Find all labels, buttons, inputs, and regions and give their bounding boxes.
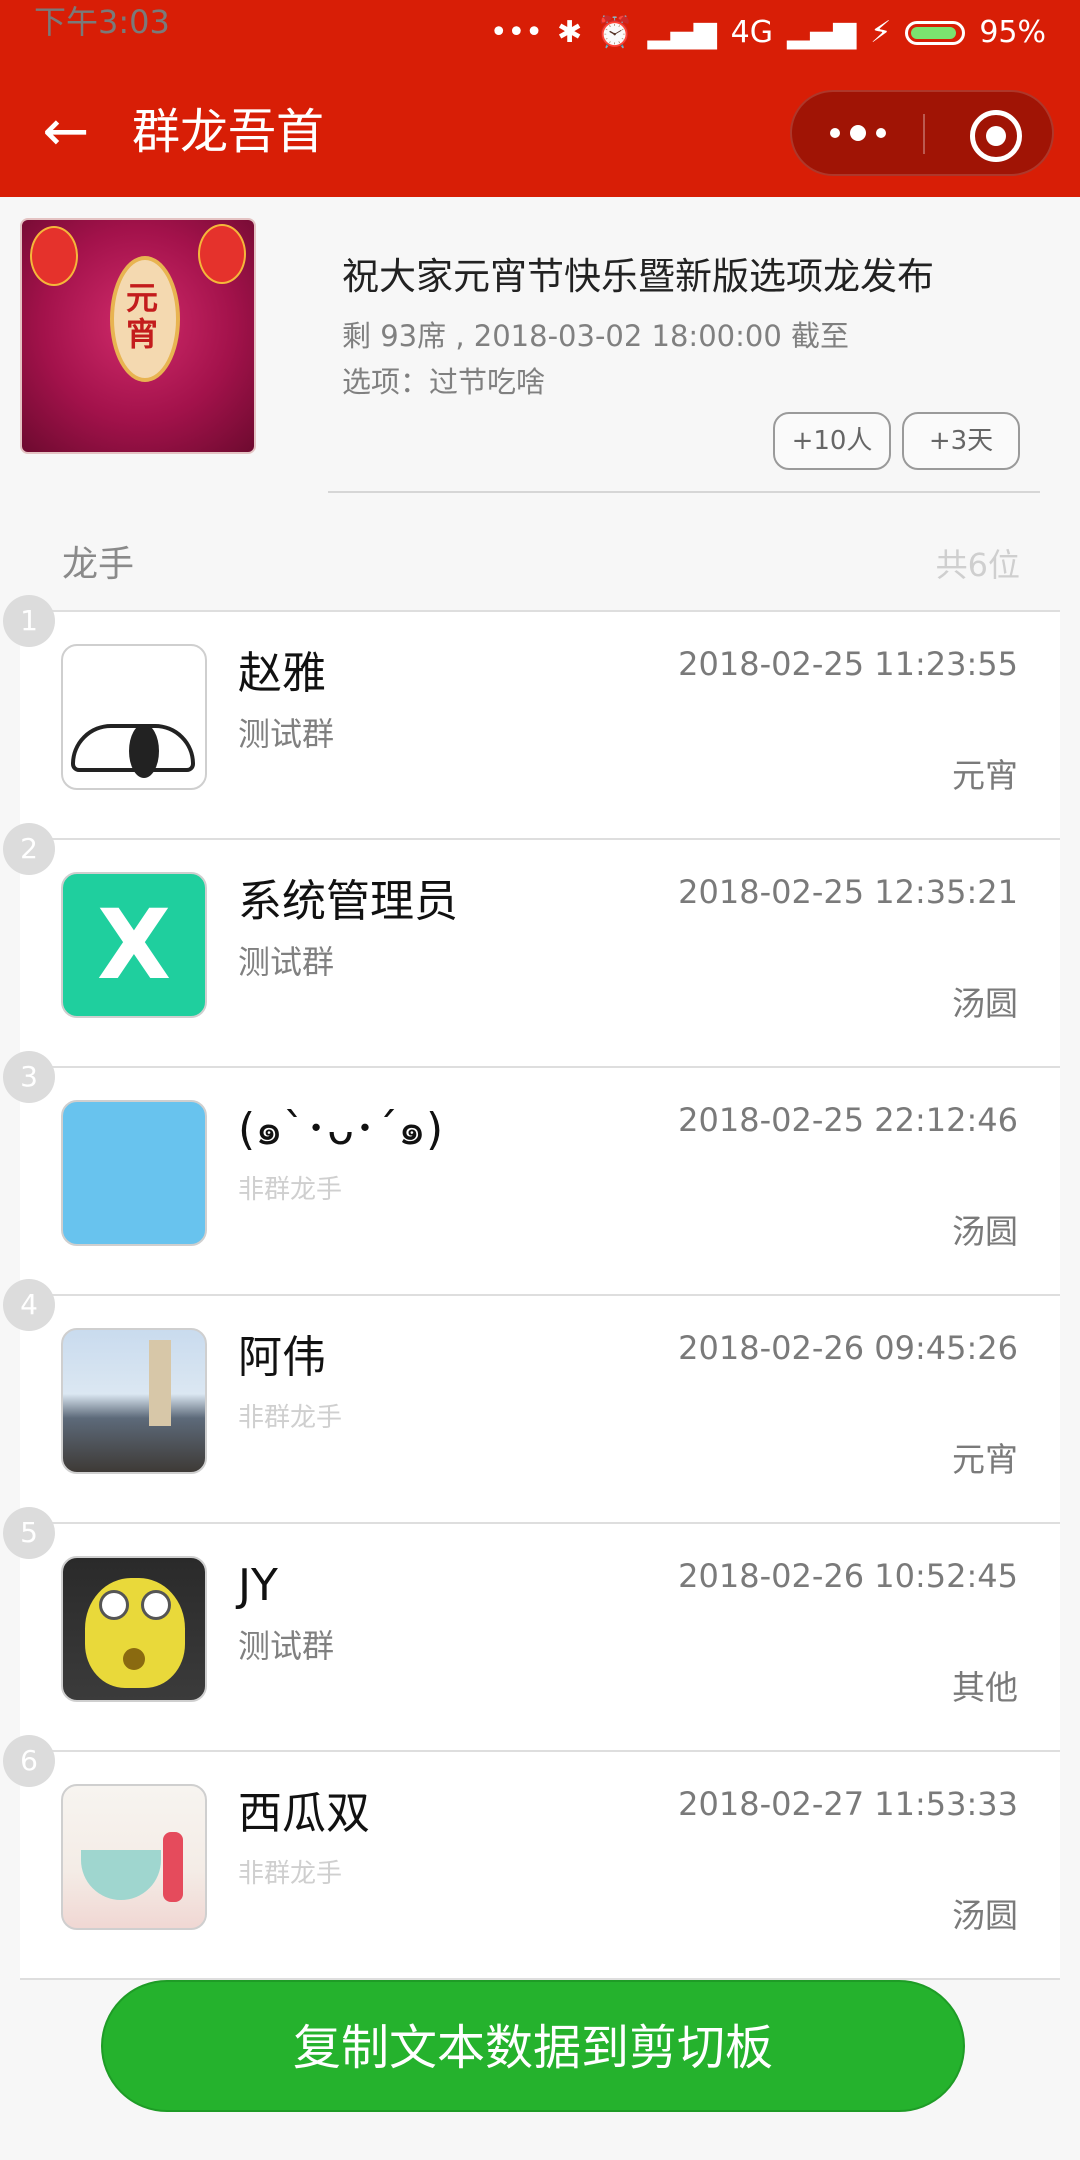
avatar: X — [61, 872, 207, 1018]
event-option: 选项：过节吃啥 — [342, 365, 546, 399]
header-bar: 下午3:03 ••• ✱ ⏰ ▂▄▆ 4G ▂▄▆ ⚡ 95% ← 群龙吾首 — [0, 0, 1080, 197]
add-people-button[interactable]: +10人 — [773, 412, 891, 470]
list-item[interactable]: 6 西瓜双 非群龙手 2018-02-27 11:53:33 汤圆 — [3, 1735, 1060, 1978]
rank-badge: 6 — [3, 1735, 55, 1787]
entry-choice: 汤圆 — [952, 1212, 1018, 1251]
participant-list: 1 赵雅 测试群 2018-02-25 11:23:55 元宵 2 X 系统管理… — [3, 595, 1060, 1980]
list-item[interactable]: 1 赵雅 测试群 2018-02-25 11:23:55 元宵 — [3, 595, 1060, 838]
entry-time: 2018-02-26 10:52:45 — [678, 1557, 1018, 1595]
entry-choice: 汤圆 — [952, 984, 1018, 1023]
section-count: 共6位 — [935, 546, 1020, 584]
entry-name: JY — [238, 1560, 278, 1611]
capsule-divider — [923, 114, 925, 154]
alarm-icon: ⏰ — [596, 15, 634, 50]
entry-time: 2018-02-25 11:23:55 — [678, 645, 1018, 683]
more-dots-icon[interactable] — [792, 92, 924, 174]
network-type: 4G — [730, 15, 774, 50]
entry-time: 2018-02-25 12:35:21 — [678, 873, 1018, 911]
event-image-glyph: 元宵 — [125, 279, 158, 353]
entry-group: 非群龙手 — [238, 1175, 343, 1205]
status-icons: ••• ✱ ⏰ ▂▄▆ 4G ▂▄▆ ⚡ 95% — [490, 0, 1046, 66]
avatar — [61, 1556, 207, 1702]
battery-percent: 95% — [979, 15, 1046, 50]
list-item[interactable]: 4 阿伟 非群龙手 2018-02-26 09:45:26 元宵 — [3, 1279, 1060, 1522]
event-image: 元宵 — [20, 218, 256, 454]
entry-group: 测试群 — [238, 943, 335, 981]
rank-badge: 2 — [3, 823, 55, 875]
target-circle-icon[interactable] — [970, 110, 1022, 162]
signal-icon: ▂▄▆ — [647, 15, 717, 50]
page-title: 群龙吾首 — [132, 104, 325, 160]
avatar — [61, 1100, 207, 1246]
entry-name: 系统管理员 — [238, 876, 458, 927]
rank-badge: 3 — [3, 1051, 55, 1103]
more-notifications-icon: ••• — [489, 15, 543, 50]
avatar — [61, 1328, 207, 1474]
entry-choice: 其他 — [952, 1668, 1018, 1707]
avatar — [61, 1784, 207, 1930]
entry-time: 2018-02-25 22:12:46 — [678, 1101, 1018, 1139]
rank-badge: 4 — [3, 1279, 55, 1331]
entry-time: 2018-02-27 11:53:33 — [678, 1785, 1018, 1823]
entry-group: 非群龙手 — [238, 1403, 343, 1433]
signal-icon-2: ▂▄▆ — [787, 15, 857, 50]
battery-icon — [905, 21, 966, 45]
add-days-button[interactable]: +3天 — [902, 412, 1020, 470]
rank-badge: 1 — [3, 595, 55, 647]
entry-group: 测试群 — [238, 1627, 335, 1665]
status-bar: 下午3:03 ••• ✱ ⏰ ▂▄▆ 4G ▂▄▆ ⚡ 95% — [0, 0, 1080, 66]
bluetooth-icon: ✱ — [556, 15, 583, 50]
avatar — [61, 644, 207, 790]
entry-name: (๑`･ᴗ･´๑) — [238, 1104, 444, 1155]
arrow-left-icon[interactable]: ← — [36, 102, 96, 162]
list-item[interactable]: 5 JY 测试群 2018-02-26 10:52:45 其他 — [3, 1507, 1060, 1750]
copy-to-clipboard-button[interactable]: 复制文本数据到剪切板 — [101, 1980, 965, 2112]
rank-badge: 5 — [3, 1507, 55, 1559]
entry-choice: 汤圆 — [952, 1896, 1018, 1935]
entry-name: 阿伟 — [238, 1332, 326, 1383]
list-item[interactable]: 3 (๑`･ᴗ･´๑) 非群龙手 2018-02-25 22:12:46 汤圆 — [3, 1051, 1060, 1294]
entry-choice: 元宵 — [952, 756, 1018, 795]
section-label: 龙手 — [62, 544, 135, 585]
entry-name: 赵雅 — [238, 648, 326, 699]
list-item[interactable]: 2 X 系统管理员 测试群 2018-02-25 12:35:21 汤圆 — [3, 823, 1060, 1066]
event-title: 祝大家元宵节快乐暨新版选项龙发布 — [342, 255, 934, 298]
entry-group: 测试群 — [238, 715, 335, 753]
divider — [328, 491, 1040, 493]
miniprogram-capsule — [790, 90, 1054, 176]
event-meta: 剩 93席 , 2018-03-02 18:00:00 截至 — [342, 319, 849, 353]
title-bar: ← 群龙吾首 — [0, 66, 1080, 197]
entry-time: 2018-02-26 09:45:26 — [678, 1329, 1018, 1367]
entry-choice: 元宵 — [952, 1440, 1018, 1479]
entry-group: 非群龙手 — [238, 1859, 343, 1889]
entry-name: 西瓜双 — [238, 1788, 370, 1839]
charging-icon: ⚡ — [870, 15, 892, 50]
